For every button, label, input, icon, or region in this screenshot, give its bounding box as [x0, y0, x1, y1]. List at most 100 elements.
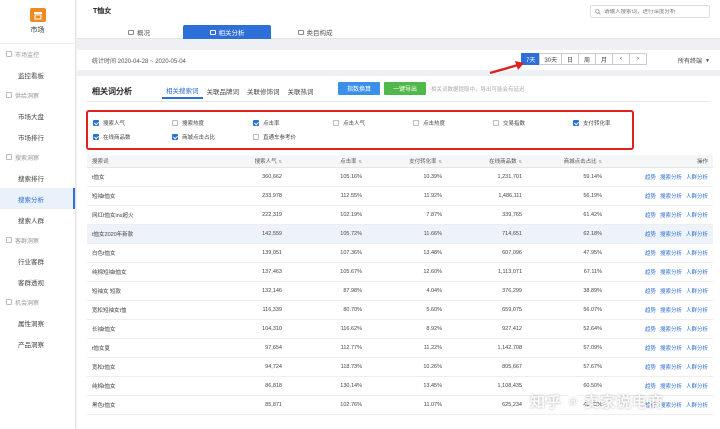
row-action-link[interactable]: 人群分析 — [686, 175, 708, 181]
sidebar-item[interactable]: 客群透视 — [0, 271, 75, 292]
row-action-link[interactable]: 搜索分析 — [660, 327, 682, 333]
table-cell: 宽松短袖女t恤 — [92, 308, 127, 314]
row-action-link[interactable]: 搜索分析 — [660, 308, 682, 314]
row-action-link[interactable]: 人群分析 — [686, 384, 708, 390]
metric-checkbox[interactable]: 点击率 — [253, 119, 280, 127]
column-header[interactable]: 商城点击占比 ⇅ — [527, 157, 607, 165]
metric-label: 交易指数 — [503, 121, 526, 127]
period-button[interactable]: 日 — [561, 53, 580, 65]
row-action-link[interactable]: 趋势 — [645, 213, 656, 219]
row-action-link[interactable]: 趋势 — [645, 270, 656, 276]
row-action-link[interactable]: 人群分析 — [686, 365, 708, 371]
column-header-label: 在线商品数 — [489, 159, 517, 165]
sidebar-item[interactable]: 搜索分析 — [0, 188, 75, 209]
header-tab[interactable]: 概况 — [95, 25, 183, 39]
prev-button[interactable]: ‹ — [612, 53, 631, 65]
metric-checkbox[interactable]: 直通车参考价 — [253, 133, 296, 141]
panel-tab[interactable]: 关联热词 — [284, 83, 318, 99]
row-actions: 趋势 搜索分析 人群分析 — [607, 382, 713, 390]
column-header[interactable]: 搜索人气 ⇅ — [207, 157, 287, 165]
metric-checkbox[interactable]: 搜索热度 — [172, 119, 204, 127]
metric-checkbox[interactable]: 交易指数 — [493, 119, 525, 127]
sidebar-item[interactable]: 市场大盘 — [0, 105, 75, 126]
row-action-link[interactable]: 搜索分析 — [660, 270, 682, 276]
row-action-link[interactable]: 人群分析 — [686, 251, 708, 257]
search-input[interactable] — [604, 8, 704, 15]
metric-checkbox[interactable]: 支付转化率 — [573, 119, 611, 127]
sidebar-item[interactable]: 搜索排行 — [0, 167, 75, 188]
sort-icon[interactable]: ⇅ — [519, 159, 522, 164]
panel-tab[interactable]: 关联修饰词 — [243, 83, 284, 99]
row-action-link[interactable]: 搜索分析 — [660, 289, 682, 295]
metric-checkbox[interactable]: 点击热度 — [413, 119, 445, 127]
sort-icon[interactable]: ⇅ — [439, 159, 442, 164]
sort-icon[interactable]: ⇅ — [359, 159, 362, 164]
row-action-link[interactable]: 趋势 — [645, 327, 656, 333]
row-action-link[interactable]: 趋势 — [645, 194, 656, 200]
panel-tab[interactable]: 相关搜索词 — [162, 83, 203, 99]
sidebar-item[interactable]: 监控看板 — [0, 64, 75, 85]
column-header[interactable]: 支付转化率 ⇅ — [367, 157, 447, 165]
row-action-link[interactable]: 搜索分析 — [660, 346, 682, 352]
row-action-link[interactable]: 搜索分析 — [660, 175, 682, 181]
header-tab[interactable]: 相关分析 — [183, 25, 271, 39]
row-action-link[interactable]: 趋势 — [645, 308, 656, 314]
search-box[interactable] — [590, 5, 710, 18]
table-cell: 1,113,071 — [497, 269, 522, 275]
row-action-link[interactable]: 人群分析 — [686, 327, 708, 333]
row-action-link[interactable]: 搜索分析 — [660, 232, 682, 238]
panel-tab[interactable]: 关联品牌词 — [203, 83, 244, 99]
sidebar-item[interactable]: 属性洞察 — [0, 312, 75, 333]
metric-checkbox[interactable]: 搜索人气 — [93, 119, 125, 127]
sort-icon[interactable]: ⇅ — [279, 159, 282, 164]
row-action-link[interactable]: 趋势 — [645, 175, 656, 181]
row-action-link[interactable]: 搜索分析 — [660, 251, 682, 257]
row-action-link[interactable]: 人群分析 — [686, 403, 708, 409]
logo[interactable]: 市场 — [0, 0, 75, 44]
table-cell: 67.11% — [583, 269, 602, 275]
row-action-link[interactable]: 人群分析 — [686, 270, 708, 276]
metric-checkbox[interactable]: 点击人气 — [333, 119, 365, 127]
index-convert-button[interactable]: 指数换算 — [338, 82, 380, 95]
header-tab[interactable]: 类目构成 — [271, 25, 359, 39]
row-action-link[interactable]: 搜索分析 — [660, 365, 682, 371]
market-icon — [29, 8, 46, 22]
metric-checkbox[interactable]: 商城点击占比 — [172, 133, 215, 141]
sort-icon[interactable]: ⇅ — [599, 159, 602, 164]
period-button[interactable]: 30天 — [539, 53, 563, 65]
column-header[interactable]: 点击率 ⇅ — [287, 157, 367, 165]
row-action-link[interactable]: 搜索分析 — [660, 194, 682, 200]
metric-checkbox[interactable]: 在线商品数 — [93, 133, 131, 141]
row-action-link[interactable]: 趋势 — [645, 365, 656, 371]
terminal-select[interactable]: 所有终端 ▼ — [678, 56, 710, 66]
row-action-link[interactable]: 趋势 — [645, 346, 656, 352]
row-action-link[interactable]: 趋势 — [645, 289, 656, 295]
sidebar-item[interactable]: 搜索人群 — [0, 209, 75, 230]
table-cell: 1,142,708 — [497, 345, 522, 351]
row-action-link[interactable]: 趋势 — [645, 251, 656, 257]
row-action-link[interactable]: 趋势 — [645, 232, 656, 238]
sidebar-item[interactable]: 市场排行 — [0, 126, 75, 147]
table-cell: 10.26% — [423, 364, 442, 370]
row-action-link[interactable]: 搜索分析 — [660, 213, 682, 219]
export-button[interactable]: 一键导出 — [384, 82, 426, 95]
row-action-link[interactable]: 趋势 — [645, 384, 656, 390]
period-button[interactable]: 月 — [595, 53, 614, 65]
row-action-link[interactable]: 人群分析 — [686, 213, 708, 219]
row-action-link[interactable]: 人群分析 — [686, 346, 708, 352]
next-button[interactable]: › — [629, 53, 648, 65]
row-action-link[interactable]: 人群分析 — [686, 194, 708, 200]
table-cell: 105.16% — [340, 174, 362, 180]
table-cell: 57.67% — [583, 364, 602, 370]
table-row: 白色t恤女 139,051 107.36% 13.48% 607,096 47.95% 趋势… — [87, 244, 713, 263]
table-cell: 网红t恤女ins超火 — [92, 213, 134, 219]
row-action-link[interactable]: 人群分析 — [686, 289, 708, 295]
period-button[interactable]: 周 — [578, 53, 597, 65]
sidebar-item[interactable]: 产品洞察 — [0, 333, 75, 354]
sidebar: 市场 市场监控 监控看板 供给洞察 市场大盘 市场排行 搜索洞察 搜索排行 搜索分析 搜索人群客… — [0, 0, 76, 429]
column-header[interactable]: 在线商品数 ⇅ — [447, 157, 527, 165]
sidebar-item[interactable]: 行业客群 — [0, 250, 75, 271]
row-action-link[interactable]: 人群分析 — [686, 308, 708, 314]
row-action-link[interactable]: 人群分析 — [686, 232, 708, 238]
row-action-link[interactable]: 搜索分析 — [660, 384, 682, 390]
